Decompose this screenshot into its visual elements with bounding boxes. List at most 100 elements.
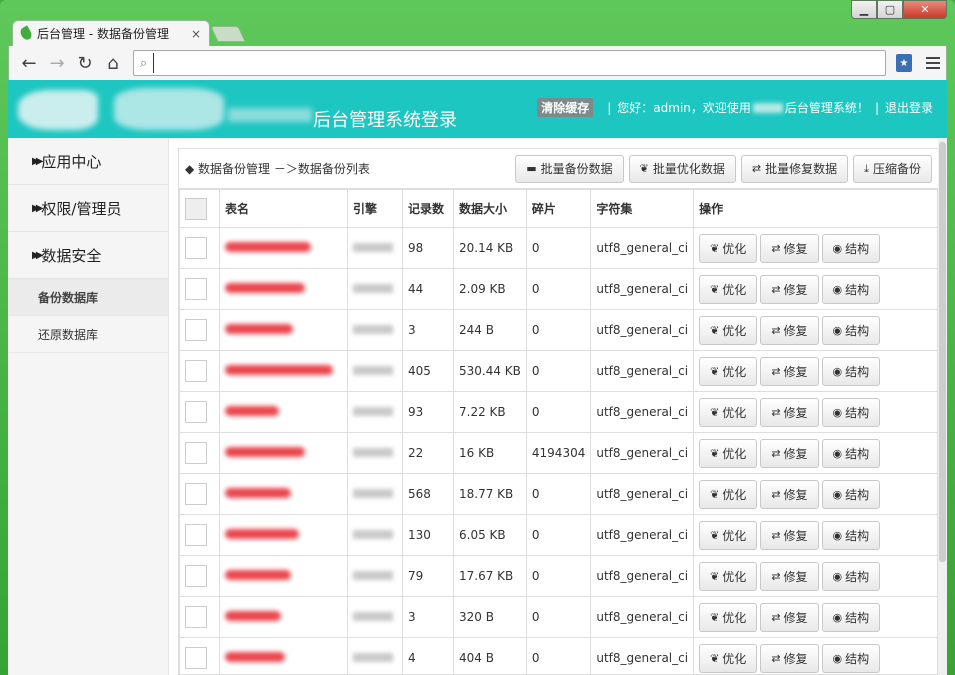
redacted-engine bbox=[353, 448, 393, 457]
repair-button[interactable]: ⇄ 修复 bbox=[760, 438, 819, 468]
structure-button[interactable]: ◉ 结构 bbox=[821, 479, 881, 509]
repair-button[interactable]: ⇄ 修复 bbox=[760, 274, 819, 304]
redacted-engine bbox=[353, 243, 393, 252]
table-row: 4 404 B 0 utf8_general_ci ❦ 优化 ⇄ 修复 ◉ 结构 bbox=[179, 637, 938, 675]
row-checkbox[interactable] bbox=[185, 442, 207, 464]
eye-icon: ◉ bbox=[832, 487, 843, 501]
bookmark-star-icon[interactable]: ★ bbox=[896, 54, 912, 72]
download-icon: ⤓ bbox=[864, 161, 869, 175]
clear-cache-button[interactable]: 清除缓存 bbox=[537, 98, 594, 117]
logout-link[interactable]: 退出登录 bbox=[885, 99, 933, 116]
optimize-button[interactable]: ❦ 优化 bbox=[699, 602, 758, 632]
forward-arrow-icon[interactable]: → bbox=[43, 50, 71, 76]
table-row: 568 18.77 KB 0 utf8_general_ci ❦ 优化 ⇄ 修复 ◉ 结构 bbox=[179, 473, 938, 515]
charset-cell: utf8_general_ci bbox=[590, 596, 695, 638]
optimize-button[interactable]: ❦ 优化 bbox=[699, 438, 758, 468]
structure-button[interactable]: ◉ 结构 bbox=[821, 602, 881, 632]
menu-icon[interactable] bbox=[926, 57, 940, 69]
optimize-button[interactable]: ❦ 优化 bbox=[699, 356, 758, 386]
retweet-icon: ⇄ bbox=[771, 405, 781, 419]
fragment-cell: 0 bbox=[525, 637, 592, 675]
redacted-engine bbox=[353, 530, 393, 539]
row-checkbox[interactable] bbox=[185, 524, 207, 546]
repair-button[interactable]: ⇄ 修复 bbox=[760, 233, 819, 263]
optimize-button[interactable]: ❦ 优化 bbox=[699, 274, 758, 304]
row-checkbox[interactable] bbox=[185, 565, 207, 587]
system-title: 后台管理系统登录 bbox=[313, 110, 457, 131]
row-checkbox[interactable] bbox=[185, 360, 207, 382]
sidebar-group-apps[interactable]: ▶▶ 应用中心 bbox=[8, 138, 168, 185]
page-scrollbar[interactable] bbox=[938, 138, 947, 675]
size-cell: 2.09 KB bbox=[453, 268, 527, 310]
redacted-engine bbox=[353, 489, 393, 498]
row-checkbox[interactable] bbox=[185, 606, 207, 628]
row-checkbox[interactable] bbox=[185, 401, 207, 423]
eye-icon: ◉ bbox=[832, 241, 843, 255]
optimize-button[interactable]: ❦ 优化 bbox=[699, 397, 758, 427]
records-cell: 3 bbox=[402, 596, 454, 638]
structure-button[interactable]: ◉ 结构 bbox=[821, 356, 881, 386]
optimize-button[interactable]: ❦ 优化 bbox=[699, 479, 758, 509]
repair-button[interactable]: ⇄ 修复 bbox=[760, 643, 819, 673]
eye-icon: ◉ bbox=[832, 323, 843, 337]
maximize-button[interactable]: ▢ bbox=[877, 0, 903, 19]
minimize-button[interactable]: ▁ bbox=[851, 0, 877, 19]
structure-button[interactable]: ◉ 结构 bbox=[821, 643, 881, 673]
row-checkbox[interactable] bbox=[185, 319, 207, 341]
structure-button[interactable]: ◉ 结构 bbox=[821, 438, 881, 468]
sidebar-item-restore-db[interactable]: 还原数据库 bbox=[8, 316, 168, 353]
structure-button[interactable]: ◉ 结构 bbox=[821, 233, 881, 263]
optimize-button[interactable]: ❦ 优化 bbox=[699, 561, 758, 591]
charset-cell: utf8_general_ci bbox=[590, 637, 695, 675]
back-arrow-icon[interactable]: ← bbox=[15, 50, 43, 76]
eye-icon: ◉ bbox=[832, 610, 843, 624]
optimize-button[interactable]: ❦ 优化 bbox=[699, 643, 758, 673]
structure-button[interactable]: ◉ 结构 bbox=[821, 397, 881, 427]
browser-tab[interactable]: 后台管理 - 数据备份管理 × bbox=[12, 20, 210, 46]
url-input[interactable] bbox=[153, 53, 879, 73]
repair-button[interactable]: ⇄ 修复 bbox=[760, 602, 819, 632]
home-icon[interactable]: ⌂ bbox=[99, 50, 127, 76]
row-checkbox[interactable] bbox=[185, 483, 207, 505]
row-checkbox[interactable] bbox=[185, 647, 207, 669]
fragment-cell: 0 bbox=[525, 309, 592, 351]
reload-icon[interactable]: ↻ bbox=[71, 50, 99, 76]
charset-cell: utf8_general_ci bbox=[590, 473, 695, 515]
eye-icon: ◉ bbox=[832, 282, 843, 296]
structure-button[interactable]: ◉ 结构 bbox=[821, 561, 881, 591]
new-tab-button[interactable] bbox=[210, 26, 246, 42]
address-bar[interactable]: ⌕ bbox=[133, 50, 886, 76]
batch-repair-button[interactable]: ⇄ 批量修复数据 bbox=[740, 154, 849, 183]
repair-button[interactable]: ⇄ 修复 bbox=[760, 520, 819, 550]
batch-backup-button[interactable]: ▬ 批量备份数据 bbox=[515, 154, 624, 183]
fragment-cell: 0 bbox=[525, 555, 592, 597]
tab-close-icon[interactable]: × bbox=[191, 27, 201, 41]
row-checkbox[interactable] bbox=[185, 278, 207, 300]
sidebar-group-permissions[interactable]: ▶▶ 权限/管理员 bbox=[8, 185, 168, 232]
repair-button[interactable]: ⇄ 修复 bbox=[760, 397, 819, 427]
repair-button[interactable]: ⇄ 修复 bbox=[760, 561, 819, 591]
repair-button[interactable]: ⇄ 修复 bbox=[760, 356, 819, 386]
col-table-name: 表名 bbox=[219, 189, 348, 228]
charset-cell: utf8_general_ci bbox=[590, 268, 695, 310]
optimize-button[interactable]: ❦ 优化 bbox=[699, 233, 758, 263]
col-records: 记录数 bbox=[402, 189, 454, 228]
close-window-button[interactable]: ✕ bbox=[903, 0, 947, 19]
structure-button[interactable]: ◉ 结构 bbox=[821, 274, 881, 304]
scrollbar-thumb[interactable] bbox=[939, 142, 946, 562]
row-checkbox[interactable] bbox=[185, 237, 207, 259]
select-all-checkbox[interactable] bbox=[185, 197, 207, 220]
structure-button[interactable]: ◉ 结构 bbox=[821, 315, 881, 345]
retweet-icon: ⇄ bbox=[771, 651, 781, 665]
batch-optimize-button[interactable]: ❦ 批量优化数据 bbox=[628, 154, 736, 183]
repair-button[interactable]: ⇄ 修复 bbox=[760, 315, 819, 345]
optimize-button[interactable]: ❦ 优化 bbox=[699, 520, 758, 550]
sidebar-group-data-security[interactable]: ▶▶ 数据安全 bbox=[8, 232, 168, 279]
leaf-icon: ❦ bbox=[710, 241, 720, 255]
structure-button[interactable]: ◉ 结构 bbox=[821, 520, 881, 550]
sidebar: ▶▶ 应用中心 ▶▶ 权限/管理员 ▶▶ 数据安全 备份数据库 还原数据库 bbox=[8, 138, 169, 675]
repair-button[interactable]: ⇄ 修复 bbox=[760, 479, 819, 509]
compress-backup-button[interactable]: ⤓ 压缩备份 bbox=[853, 154, 932, 183]
optimize-button[interactable]: ❦ 优化 bbox=[699, 315, 758, 345]
sidebar-item-backup-db[interactable]: 备份数据库 bbox=[8, 279, 168, 316]
